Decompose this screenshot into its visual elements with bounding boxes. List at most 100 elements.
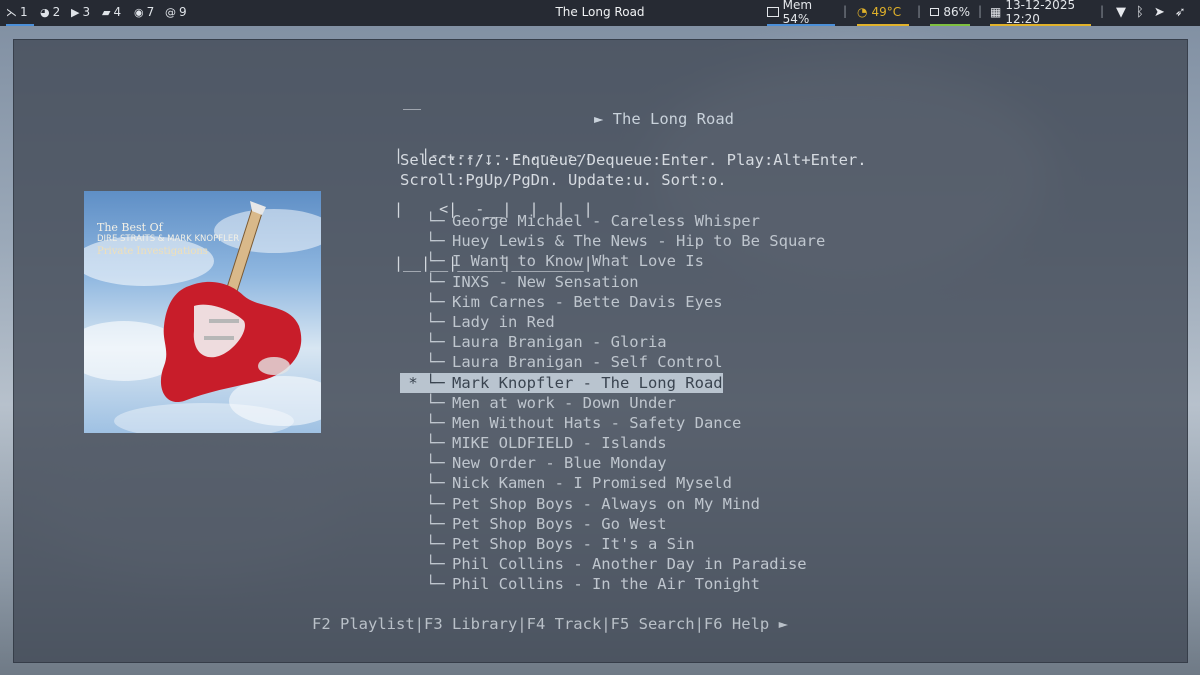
tree-branch: └─ xyxy=(426,252,445,271)
tree-branch: └─ xyxy=(426,494,445,513)
help-line: Scroll:PgUp/PgDn. Update:u. Sort:o. xyxy=(400,171,727,189)
memory-widget[interactable]: Mem 54% xyxy=(767,0,835,26)
logo-line: __ xyxy=(394,92,422,110)
workspace-label: 7 xyxy=(146,5,155,19)
track-title: Kim Carnes - Bette Davis Eyes xyxy=(452,292,723,311)
track-row[interactable]: └─ Pet Shop Boys - Go West xyxy=(400,514,825,534)
track-row[interactable]: └─ Laura Branigan - Gloria xyxy=(400,332,825,352)
play-icon: ▶ xyxy=(71,5,80,19)
tree-branch: └─ xyxy=(426,454,445,473)
cover-line-3: Private Investigations xyxy=(97,246,208,257)
track-title: Lady in Red xyxy=(452,312,555,331)
tree-branch: └─ xyxy=(426,535,445,553)
tree-branch: └─ xyxy=(426,474,445,493)
track-row[interactable]: └─ Laura Branigan - Self Control xyxy=(400,352,825,372)
track-row[interactable]: └─ Kim Carnes - Bette Davis Eyes xyxy=(400,292,825,312)
album-cover: The Best Of DIRE STRAITS & MARK KNOPFLER… xyxy=(84,191,321,433)
terminal-window[interactable]: __ | |--.-----.--.--.--. | <| -__| | | |… xyxy=(13,39,1188,663)
separator: | xyxy=(978,4,983,18)
track-row[interactable]: └─ Pet Shop Boys - It's a Sin xyxy=(400,534,825,554)
workspace-label: 1 xyxy=(20,5,28,19)
track-row-selected[interactable]: * └─ Mark Knopfler - The Long Road xyxy=(400,372,723,393)
separator: | xyxy=(843,4,848,18)
tree-branch: └─ xyxy=(426,514,445,533)
system-tray: ▼ ᛒ ➤ ➶ xyxy=(1116,0,1186,24)
battery-widget[interactable]: 86% xyxy=(930,0,970,26)
tree-branch: └─ xyxy=(426,555,445,574)
track-row[interactable]: └─ MIKE OLDFIELD - Islands xyxy=(400,433,825,453)
track-title: Men at work - Down Under xyxy=(452,393,676,412)
tree-branch: └─ xyxy=(426,333,445,352)
wifi-icon[interactable]: ▼ xyxy=(1116,5,1126,20)
track-row[interactable]: └─ Pet Shop Boys - Always on My Mind xyxy=(400,494,825,514)
track-row[interactable]: └─ Men at work - Down Under xyxy=(400,393,825,413)
workspace-label: 3 xyxy=(82,5,91,19)
thermometer-icon: ◔ xyxy=(857,5,868,19)
dashboard-icon: ◕ xyxy=(40,5,50,19)
function-keys-bar[interactable]: F2 Playlist|F3 Library|F4 Track|F5 Searc… xyxy=(312,615,788,633)
workspace-4[interactable]: ▰ 4 xyxy=(102,0,121,24)
separator: | xyxy=(1100,4,1105,18)
track-title: Pet Shop Boys - Always on My Mind xyxy=(452,494,760,513)
battery-icon xyxy=(930,8,940,16)
track-row[interactable]: └─ Phil Collins - In the Air Tonight xyxy=(400,574,825,594)
tree-branch: └─ xyxy=(426,353,445,372)
track-title: I Want to Know What Love Is xyxy=(452,252,704,271)
tree-branch: └─ xyxy=(426,393,445,412)
track-row[interactable]: └─ I Want to Know What Love Is xyxy=(400,251,825,271)
tree-branch: └─ xyxy=(426,232,445,251)
queue-marker: * xyxy=(408,373,418,392)
temperature-widget[interactable]: ◔ 49°C xyxy=(857,0,909,26)
track-row[interactable]: └─ INXS - New Sensation xyxy=(400,272,825,292)
chat-icon: ◉ xyxy=(134,5,144,19)
battery-value: 86% xyxy=(943,5,970,19)
workspace-9[interactable]: @ 9 xyxy=(165,0,187,24)
folder-icon: ▰ xyxy=(102,5,111,19)
bluetooth-icon[interactable]: ᛒ xyxy=(1136,5,1144,20)
tree-branch: └─ xyxy=(426,413,445,432)
cover-line-1: The Best Of xyxy=(97,221,163,234)
clock-widget[interactable]: ▦ 13-12-2025 12:20 xyxy=(990,0,1091,26)
telegram-icon[interactable]: ➤ xyxy=(1154,5,1165,20)
memory-icon xyxy=(767,7,779,17)
track-row[interactable]: └─ Nick Kamen - I Promised Myseld xyxy=(400,473,825,493)
tree-branch: └─ xyxy=(426,575,445,594)
track-title: Phil Collins - Another Day in Paradise xyxy=(452,555,807,574)
track-title: Phil Collins - In the Air Tonight xyxy=(452,575,760,594)
tree-branch: └─ xyxy=(426,434,445,453)
calendar-icon: ▦ xyxy=(990,5,1002,19)
workspace-label: 2 xyxy=(52,5,61,19)
track-row[interactable]: └─ Men Without Hats - Safety Dance xyxy=(400,413,825,433)
temperature-value: 49°C xyxy=(871,5,902,19)
track-row[interactable]: └─ New Order - Blue Monday xyxy=(400,453,825,473)
track-title: George Michael - Careless Whisper xyxy=(452,212,760,230)
track-title: New Order - Blue Monday xyxy=(452,454,667,473)
track-title: Pet Shop Boys - Go West xyxy=(452,514,667,533)
tree-branch: └─ xyxy=(426,212,445,230)
track-title: Laura Branigan - Self Control xyxy=(452,353,723,372)
track-row[interactable]: └─ George Michael - Careless Whisper xyxy=(400,211,825,231)
memory-value: Mem 54% xyxy=(782,0,813,26)
workspace-3[interactable]: ▶ 3 xyxy=(71,0,90,24)
workspace-label: 4 xyxy=(113,5,122,19)
track-row[interactable]: └─ Huey Lewis & The News - Hip to Be Squa… xyxy=(400,231,825,251)
track-title: Huey Lewis & The News - Hip to Be Square xyxy=(452,232,826,251)
track-row[interactable]: └─ Lady in Red xyxy=(400,312,825,332)
top-bar: ⋋ 1 ◕ 2 ▶ 3 ▰ 4 ◉ 7 @ 9 The Long Road Me… xyxy=(0,0,1200,26)
send-icon[interactable]: ➶ xyxy=(1175,5,1186,20)
workspace-1[interactable]: ⋋ 1 xyxy=(6,0,34,26)
workspace-7[interactable]: ◉ 7 xyxy=(134,0,154,24)
track-title: Laura Branigan - Gloria xyxy=(452,333,667,352)
cover-line-2: DIRE STRAITS & MARK KNOPFLER xyxy=(97,234,240,244)
workspace-2[interactable]: ◕ 2 xyxy=(40,0,60,24)
mail-icon: @ xyxy=(165,5,176,19)
track-title: Pet Shop Boys - It's a Sin xyxy=(452,535,695,553)
track-row[interactable]: └─ Phil Collins - Another Day in Paradise xyxy=(400,554,825,574)
tree-branch: └─ xyxy=(426,373,445,392)
separator: | xyxy=(917,4,922,18)
help-line: Select:↑/↓. Enqueue/Dequeue:Enter. Play:… xyxy=(400,151,867,169)
datetime-value: 13-12-2025 12:20 xyxy=(1005,0,1076,26)
tree-branch: └─ xyxy=(426,292,445,311)
track-title: Mark Knopfler - The Long Road xyxy=(452,373,723,392)
tree-branch: └─ xyxy=(426,272,445,291)
